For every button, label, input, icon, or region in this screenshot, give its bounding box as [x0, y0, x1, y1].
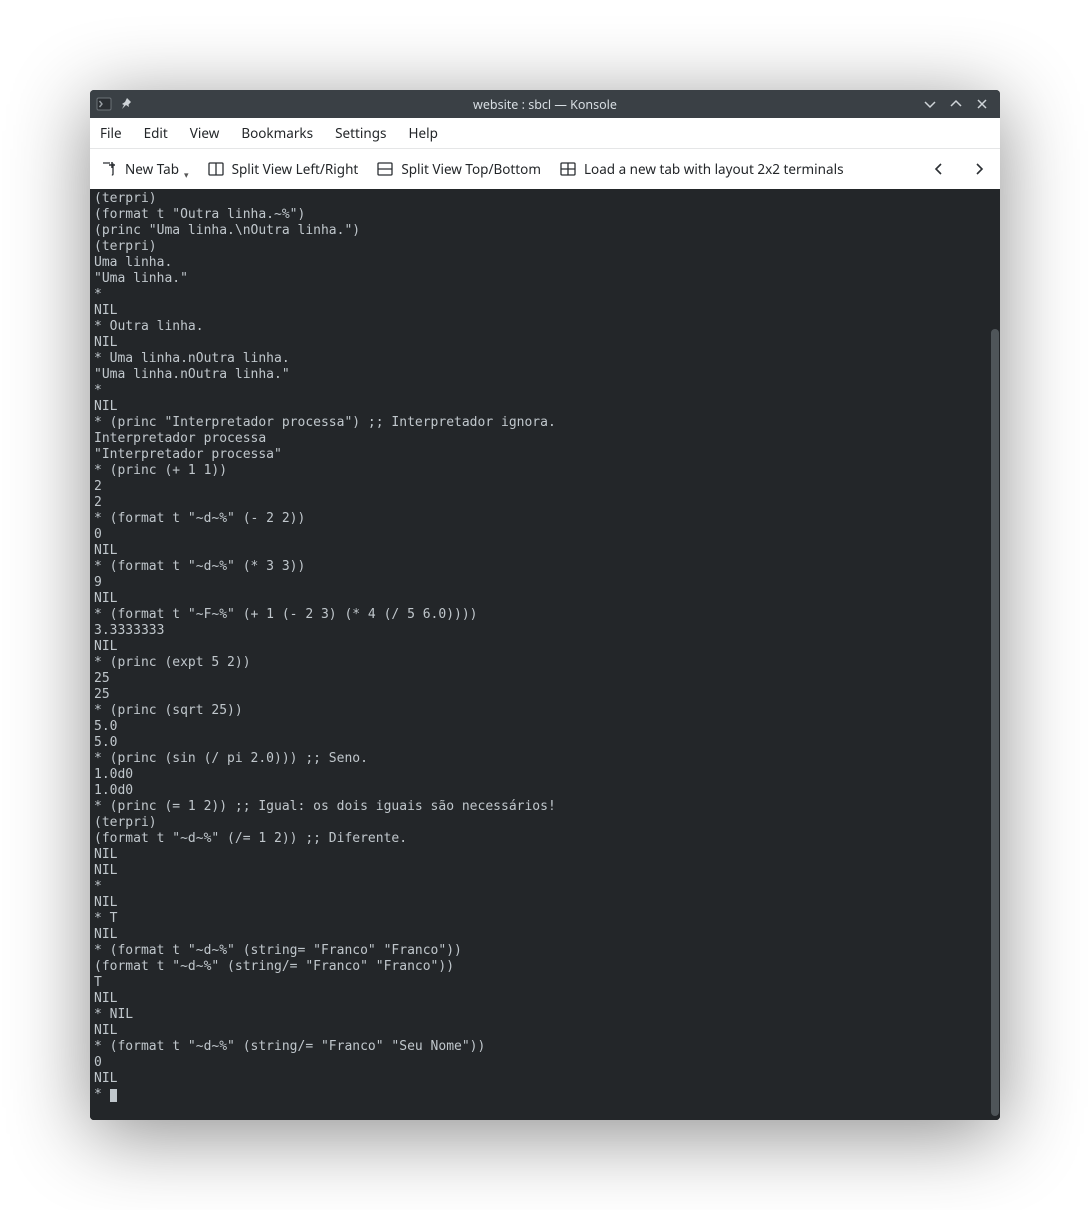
- pin-icon[interactable]: [118, 96, 134, 112]
- window-title: website : sbcl — Konsole: [90, 96, 1000, 113]
- split-left-right-button[interactable]: Split View Left/Right: [207, 160, 359, 178]
- toolbar-back-button[interactable]: [928, 158, 950, 180]
- terminal[interactable]: (terpri) (format t "Outra linha.~%") (pr…: [90, 189, 990, 1120]
- split-top-bottom-button[interactable]: Split View Top/Bottom: [376, 160, 541, 178]
- maximize-button[interactable]: [950, 98, 962, 110]
- toolbar: New Tab ▾ Split View Left/Right Split Vi…: [90, 148, 1000, 189]
- terminal-cursor: [110, 1089, 117, 1102]
- load-layout-label: Load a new tab with layout 2x2 terminals: [584, 160, 844, 178]
- menu-help[interactable]: Help: [408, 124, 437, 142]
- scrollbar[interactable]: [990, 189, 1000, 1120]
- close-button[interactable]: [976, 98, 988, 110]
- split-tb-icon: [376, 160, 394, 178]
- menu-bookmarks[interactable]: Bookmarks: [241, 124, 313, 142]
- menu-edit[interactable]: Edit: [144, 124, 168, 142]
- minimize-button[interactable]: [924, 98, 936, 110]
- new-tab-button[interactable]: New Tab ▾: [100, 160, 189, 178]
- menubar: File Edit View Bookmarks Settings Help: [90, 118, 1000, 148]
- new-tab-icon: [100, 160, 118, 178]
- split-tb-label: Split View Top/Bottom: [401, 160, 541, 178]
- menu-settings[interactable]: Settings: [335, 124, 386, 142]
- load-layout-button[interactable]: Load a new tab with layout 2x2 terminals: [559, 160, 844, 178]
- grid-2x2-icon: [559, 160, 577, 178]
- split-lr-label: Split View Left/Right: [232, 160, 359, 178]
- konsole-window: website : sbcl — Konsole File Edit View …: [90, 90, 1000, 1120]
- toolbar-forward-button[interactable]: [968, 158, 990, 180]
- chevron-down-icon: ▾: [184, 168, 189, 181]
- split-lr-icon: [207, 160, 225, 178]
- app-menu-icon[interactable]: [96, 96, 112, 112]
- new-tab-label: New Tab: [125, 160, 179, 178]
- menu-view[interactable]: View: [190, 124, 220, 142]
- menu-file[interactable]: File: [100, 124, 122, 142]
- titlebar[interactable]: website : sbcl — Konsole: [90, 90, 1000, 118]
- scrollbar-thumb[interactable]: [991, 329, 999, 1116]
